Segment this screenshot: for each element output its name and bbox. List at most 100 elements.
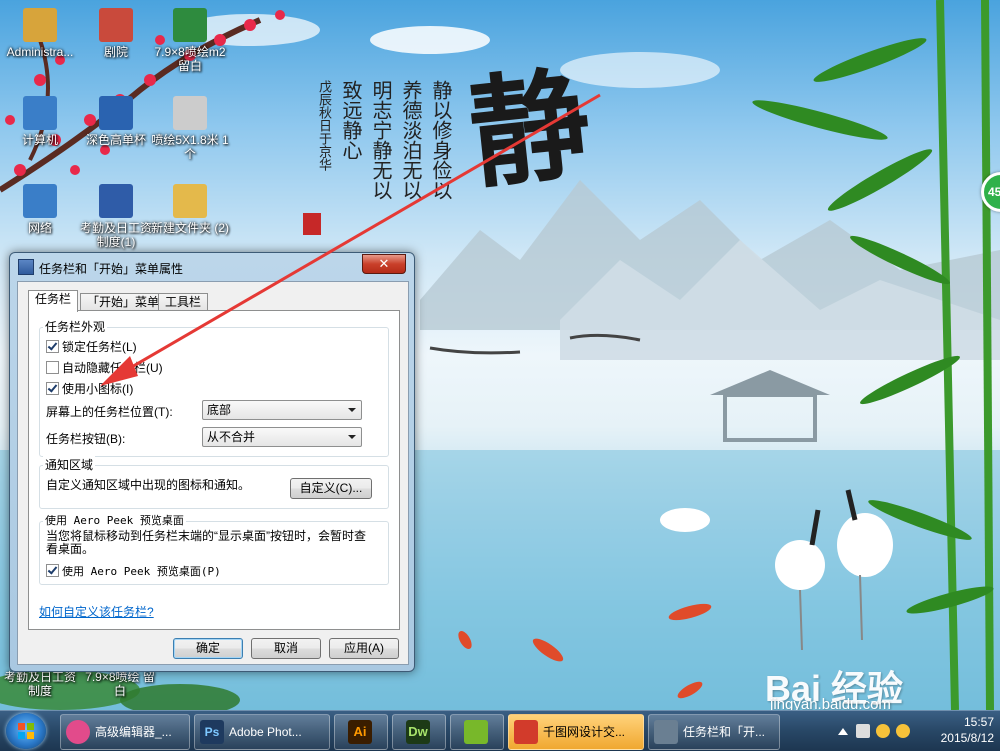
checkbox-label: 锁定任务栏(L) xyxy=(62,340,137,354)
clock-time: 15:57 xyxy=(963,715,994,729)
customize-button[interactable]: 自定义(C)... xyxy=(290,478,372,499)
auto-hide-checkbox[interactable]: 自动隐藏任务栏(U) xyxy=(46,359,163,376)
desktop-icon-label: 考勤及日工资制度(1) xyxy=(79,221,152,249)
select-value: 从不合并 xyxy=(207,430,256,444)
taskbar-properties-dialog: 任务栏和「开始」菜单属性 ✕ 任务栏 「开始」菜单 工具栏 任务栏外观 锁定任务… xyxy=(9,252,415,672)
notification-description: 自定义通知区域中出现的图标和通知。 xyxy=(46,478,251,492)
desktop-icon-network[interactable]: 网络 xyxy=(0,184,80,235)
folder-icon xyxy=(173,184,207,218)
calligraphy-character: 静 xyxy=(462,53,597,206)
desktop-icon-label: 7.9×8喷绘m2 留白 xyxy=(154,45,226,73)
illustrator-icon: Ai xyxy=(348,720,372,744)
taskbar-item-qiantu[interactable]: 千图网设计交... xyxy=(508,714,644,750)
aero-peek-description: 当您将鼠标移动到任务栏末端的“显示桌面”按钮时，会暂时查看桌面。 xyxy=(46,529,366,556)
qq-icon[interactable] xyxy=(896,724,910,738)
title-bar[interactable]: 任务栏和「开始」菜单属性 ✕ xyxy=(10,253,414,281)
dreamweaver-icon: Dw xyxy=(406,720,430,744)
photoshop-icon: Ps xyxy=(200,720,224,744)
desktop-icon-excel[interactable]: 7.9×8喷绘m2 留白 xyxy=(150,8,230,73)
checkbox-label: 自动隐藏任务栏(U) xyxy=(62,361,163,375)
close-button[interactable]: ✕ xyxy=(362,254,406,274)
checkbox-icon xyxy=(46,340,59,353)
user-folder-icon xyxy=(23,8,57,42)
show-hidden-icons-icon[interactable] xyxy=(838,728,848,735)
taskbar-item-label: 高级编辑器_... xyxy=(95,725,172,739)
checkbox-label: 使用小图标(I) xyxy=(62,382,134,396)
taskbar-item-app[interactable] xyxy=(450,714,504,750)
taskbar-props-icon xyxy=(654,720,678,744)
group-label: 使用 Aero Peek 预览桌面 xyxy=(43,512,186,528)
poem-line: 静以修身俭以 xyxy=(429,80,453,200)
clock[interactable]: 15:57 2015/8/12 xyxy=(941,714,994,746)
group-notification-area: 通知区域 自定义通知区域中出现的图标和通知。 自定义(C)... xyxy=(39,456,389,509)
taskbar-item-editor[interactable]: 高级编辑器_... xyxy=(60,714,190,750)
tab-taskbar[interactable]: 任务栏 xyxy=(28,290,79,312)
tab-panel-taskbar: 任务栏外观 锁定任务栏(L) 自动隐藏任务栏(U) 使用小图标(I) 屏幕上的任… xyxy=(28,310,400,630)
help-link[interactable]: 如何自定义该任务栏? xyxy=(39,603,154,620)
tab-start-menu[interactable]: 「开始」菜单 xyxy=(80,293,167,311)
ok-button[interactable]: 确定 xyxy=(173,638,243,659)
desktop-icon-label: 7.9×8喷绘 留白 xyxy=(85,670,155,698)
desktop-icon-word[interactable]: 考勤及日工资制度(1) xyxy=(76,184,156,249)
clock-date: 2015/8/12 xyxy=(940,731,994,745)
taskbar-item-label: 任务栏和「开... xyxy=(683,725,766,739)
computer-icon xyxy=(23,96,57,130)
baidu-watermark-url: jingyan.baidu.com xyxy=(770,696,891,710)
chevron-down-icon xyxy=(348,435,356,439)
lock-taskbar-checkbox[interactable]: 锁定任务栏(L) xyxy=(46,338,137,355)
tab-toolbars[interactable]: 工具栏 xyxy=(158,293,209,311)
qiantu-icon xyxy=(514,720,538,744)
checkbox-icon xyxy=(46,382,59,395)
desktop-icon-label: 剧院 xyxy=(103,45,128,59)
desktop-icon-label: 深色高单杯 xyxy=(85,133,146,147)
word-file-icon xyxy=(99,184,133,218)
volume-icon[interactable] xyxy=(856,724,870,738)
taskbar-item-photoshop[interactable]: Ps Adobe Phot... xyxy=(194,714,330,750)
taskbar-item-dreamweaver[interactable]: Dw xyxy=(392,714,446,750)
desktop-icon-folder[interactable]: 新建文件夹 (2) xyxy=(150,184,230,235)
checkbox-icon xyxy=(46,564,59,577)
taskbar: 高级编辑器_... Ps Adobe Phot... Ai Dw 千图网设计交.… xyxy=(0,710,1000,751)
start-button[interactable] xyxy=(6,713,46,749)
checkbox-icon xyxy=(46,361,59,374)
dialog-title: 任务栏和「开始」菜单属性 xyxy=(39,262,184,276)
desktop-icon-bottom[interactable]: 7.9×8喷绘 留白 xyxy=(80,670,160,698)
desktop-icon-label: 新建文件夹 (2) xyxy=(150,221,229,235)
apply-button[interactable]: 应用(A) xyxy=(329,638,399,659)
poem-signature: 戊辰秋日于京华 xyxy=(316,80,331,171)
desktop-icon-computer[interactable]: 计算机 xyxy=(0,96,80,147)
taskbar-buttons-select[interactable]: 从不合并 xyxy=(202,427,362,447)
desktop-icon-label: 计算机 xyxy=(21,133,58,147)
excel-file-icon xyxy=(173,8,207,42)
group-label: 通知区域 xyxy=(43,456,96,473)
taskbar-item-label: 千图网设计交... xyxy=(543,725,626,739)
cancel-button[interactable]: 取消 xyxy=(251,638,321,659)
app-icon xyxy=(464,720,488,744)
desktop-icon-label: 网络 xyxy=(27,221,52,235)
checkbox-label: 使用 Aero Peek 预览桌面(P) xyxy=(62,565,221,578)
taskbar-item-illustrator[interactable]: Ai xyxy=(334,714,388,750)
group-taskbar-appearance: 任务栏外观 锁定任务栏(L) 自动隐藏任务栏(U) 使用小图标(I) 屏幕上的任… xyxy=(39,318,389,457)
taskbar-item-label: Adobe Phot... xyxy=(229,725,302,739)
desktop-icon-bottom[interactable]: 考勤及日工资制度 xyxy=(0,670,80,698)
group-aero-peek: 使用 Aero Peek 预览桌面 当您将鼠标移动到任务栏末端的“显示桌面”按钮… xyxy=(39,512,389,585)
desktop-icon-psd[interactable]: 深色高单杯 xyxy=(76,96,156,147)
taskbar-location-select[interactable]: 底部 xyxy=(202,400,362,420)
photo-icon xyxy=(99,8,133,42)
desktop-icon-image[interactable]: 喷绘5X1.8米 1个 xyxy=(150,96,230,161)
desktop-icon-label: 考勤及日工资制度 xyxy=(3,670,76,698)
select-value: 底部 xyxy=(207,403,232,417)
red-seal-stamp xyxy=(303,213,321,235)
image-file-icon xyxy=(173,96,207,130)
small-icons-checkbox[interactable]: 使用小图标(I) xyxy=(46,380,133,397)
taskbar-location-label: 屏幕上的任务栏位置(T): xyxy=(46,405,173,419)
desktop-icon-administrator[interactable]: Administra... xyxy=(0,8,80,59)
aero-peek-checkbox[interactable]: 使用 Aero Peek 预览桌面(P) xyxy=(46,563,221,579)
windows-logo-icon xyxy=(18,723,34,739)
editor-app-icon xyxy=(66,720,90,744)
group-label: 任务栏外观 xyxy=(43,318,108,335)
desktop-icon-theater[interactable]: 剧院 xyxy=(76,8,156,59)
taskbar-item-taskbar-properties[interactable]: 任务栏和「开... xyxy=(648,714,780,750)
window-icon xyxy=(18,259,34,275)
qq-icon[interactable] xyxy=(876,724,890,738)
